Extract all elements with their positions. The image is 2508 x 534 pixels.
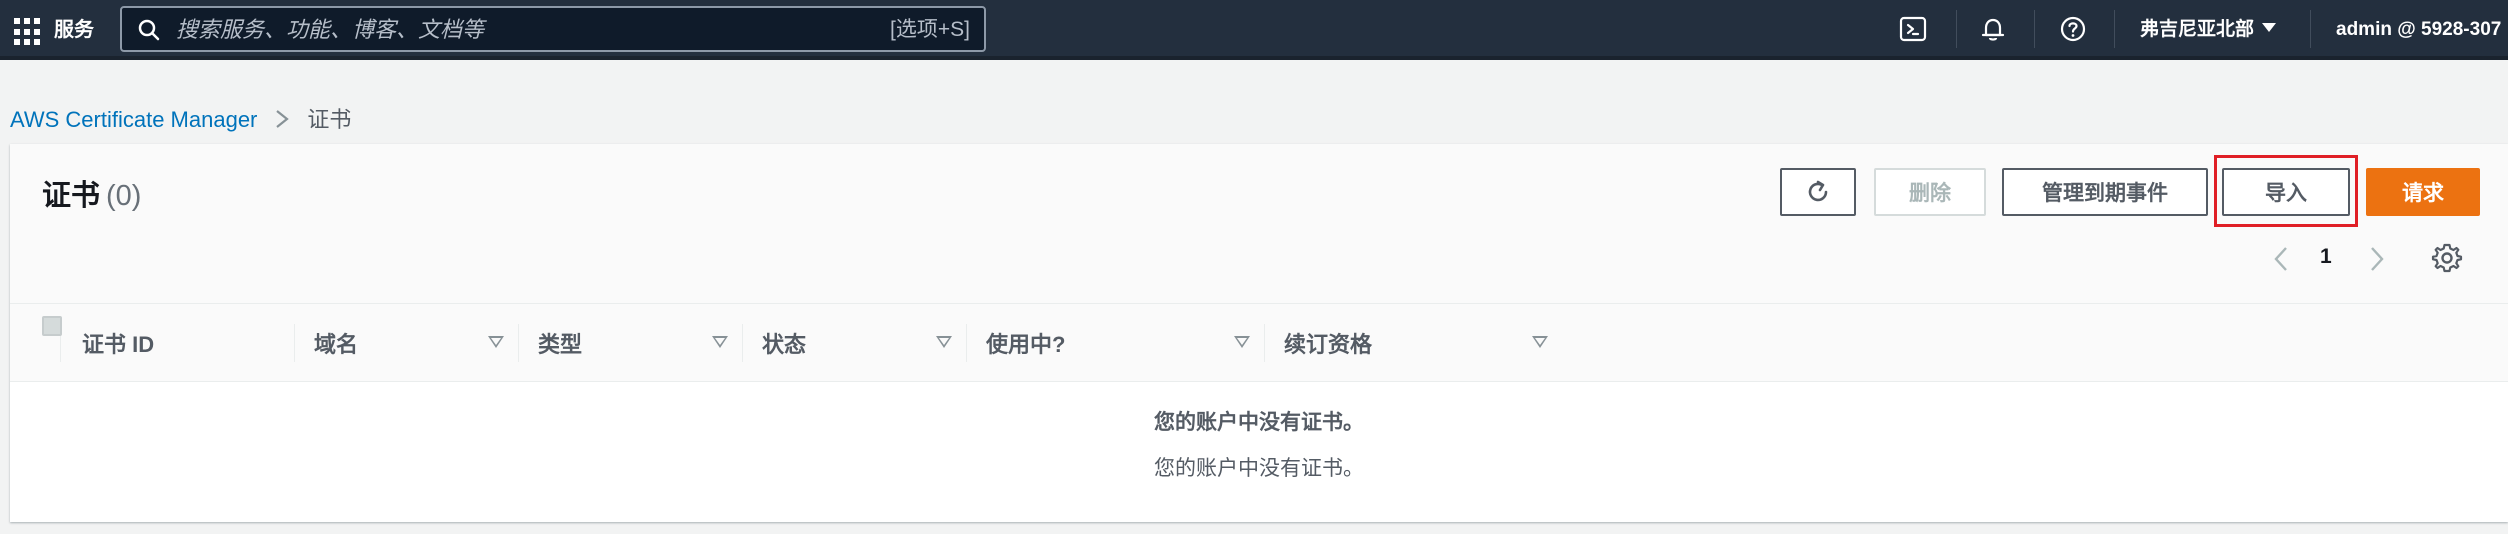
column-header-certificate-id[interactable]: 证书 ID: [82, 304, 154, 382]
region-label: 弗吉尼亚北部: [2140, 19, 2255, 40]
nav-divider: [2034, 10, 2035, 48]
breadcrumb: AWS Certificate Manager 证书: [10, 106, 351, 134]
preferences-gear-icon[interactable]: [2430, 241, 2464, 275]
column-header-type[interactable]: 类型: [538, 304, 582, 382]
title-text: 证书: [42, 180, 101, 212]
column-header-in-use[interactable]: 使用中?: [986, 304, 1065, 382]
request-button[interactable]: 请求: [2366, 168, 2480, 216]
chevron-right-icon: [276, 110, 290, 128]
nav-divider: [2310, 10, 2311, 48]
nav-divider: [2114, 10, 2115, 48]
sort-status-icon[interactable]: [936, 336, 952, 348]
column-header-renewal-eligibility[interactable]: 续订资格: [1284, 304, 1372, 382]
next-page-icon[interactable]: [2364, 244, 2388, 274]
services-grid-icon[interactable]: [14, 18, 42, 46]
nav-divider: [1956, 10, 1957, 48]
breadcrumb-acm-link[interactable]: AWS Certificate Manager: [10, 107, 257, 132]
refresh-icon: [1808, 180, 1828, 202]
column-divider: [518, 324, 519, 362]
select-all-checkbox[interactable]: [42, 316, 62, 336]
top-navigation: 服务 [选项+S] 弗吉尼亚北部 admin @ 5928-307: [0, 0, 2508, 60]
search-icon: [138, 19, 160, 41]
empty-state-title: 您的账户中没有证书。: [1154, 411, 1364, 434]
column-divider: [294, 324, 295, 362]
column-header-domain[interactable]: 域名: [314, 304, 358, 382]
manage-expiry-events-button[interactable]: 管理到期事件: [2002, 168, 2208, 216]
sort-domain-icon[interactable]: [488, 336, 504, 348]
column-divider: [742, 324, 743, 362]
breadcrumb-current: 证书: [307, 107, 352, 132]
account-menu[interactable]: admin @ 5928-307: [2336, 16, 2501, 44]
help-icon[interactable]: [2058, 14, 2088, 44]
panel-header: 证书 (0) 删除 管理到期事件 导入 请求 1: [10, 144, 2508, 304]
region-selector[interactable]: 弗吉尼亚北部: [2140, 16, 2277, 44]
certificates-panel: 证书 (0) 删除 管理到期事件 导入 请求 1 证书 ID 域名 类型 状态 …: [10, 144, 2508, 522]
certificate-count: (0): [106, 180, 142, 212]
column-divider: [1264, 324, 1265, 362]
sort-renewal-eligibility-icon[interactable]: [1532, 336, 1548, 348]
import-button[interactable]: 导入: [2222, 168, 2350, 216]
empty-state-message: 您的账户中没有证书。: [1154, 457, 1364, 480]
sort-type-icon[interactable]: [712, 336, 728, 348]
page-title: 证书 (0): [42, 176, 141, 216]
caret-down-icon: [2262, 23, 2277, 32]
notifications-bell-icon[interactable]: [1978, 14, 2008, 44]
table-header: 证书 ID 域名 类型 状态 使用中? 续订资格: [10, 304, 2508, 382]
previous-page-icon[interactable]: [2270, 244, 2294, 274]
column-header-status[interactable]: 状态: [762, 304, 806, 382]
services-menu[interactable]: 服务: [54, 16, 94, 44]
refresh-button[interactable]: [1780, 168, 1856, 216]
sort-in-use-icon[interactable]: [1234, 336, 1250, 348]
page-number[interactable]: 1: [2320, 242, 2332, 272]
cloudshell-icon[interactable]: [1898, 14, 1928, 44]
column-divider: [966, 324, 967, 362]
search-shortcut-hint: [选项+S]: [890, 18, 970, 41]
search-input[interactable]: [176, 16, 816, 44]
delete-button[interactable]: 删除: [1874, 168, 1986, 216]
search-box[interactable]: [选项+S]: [120, 6, 986, 52]
